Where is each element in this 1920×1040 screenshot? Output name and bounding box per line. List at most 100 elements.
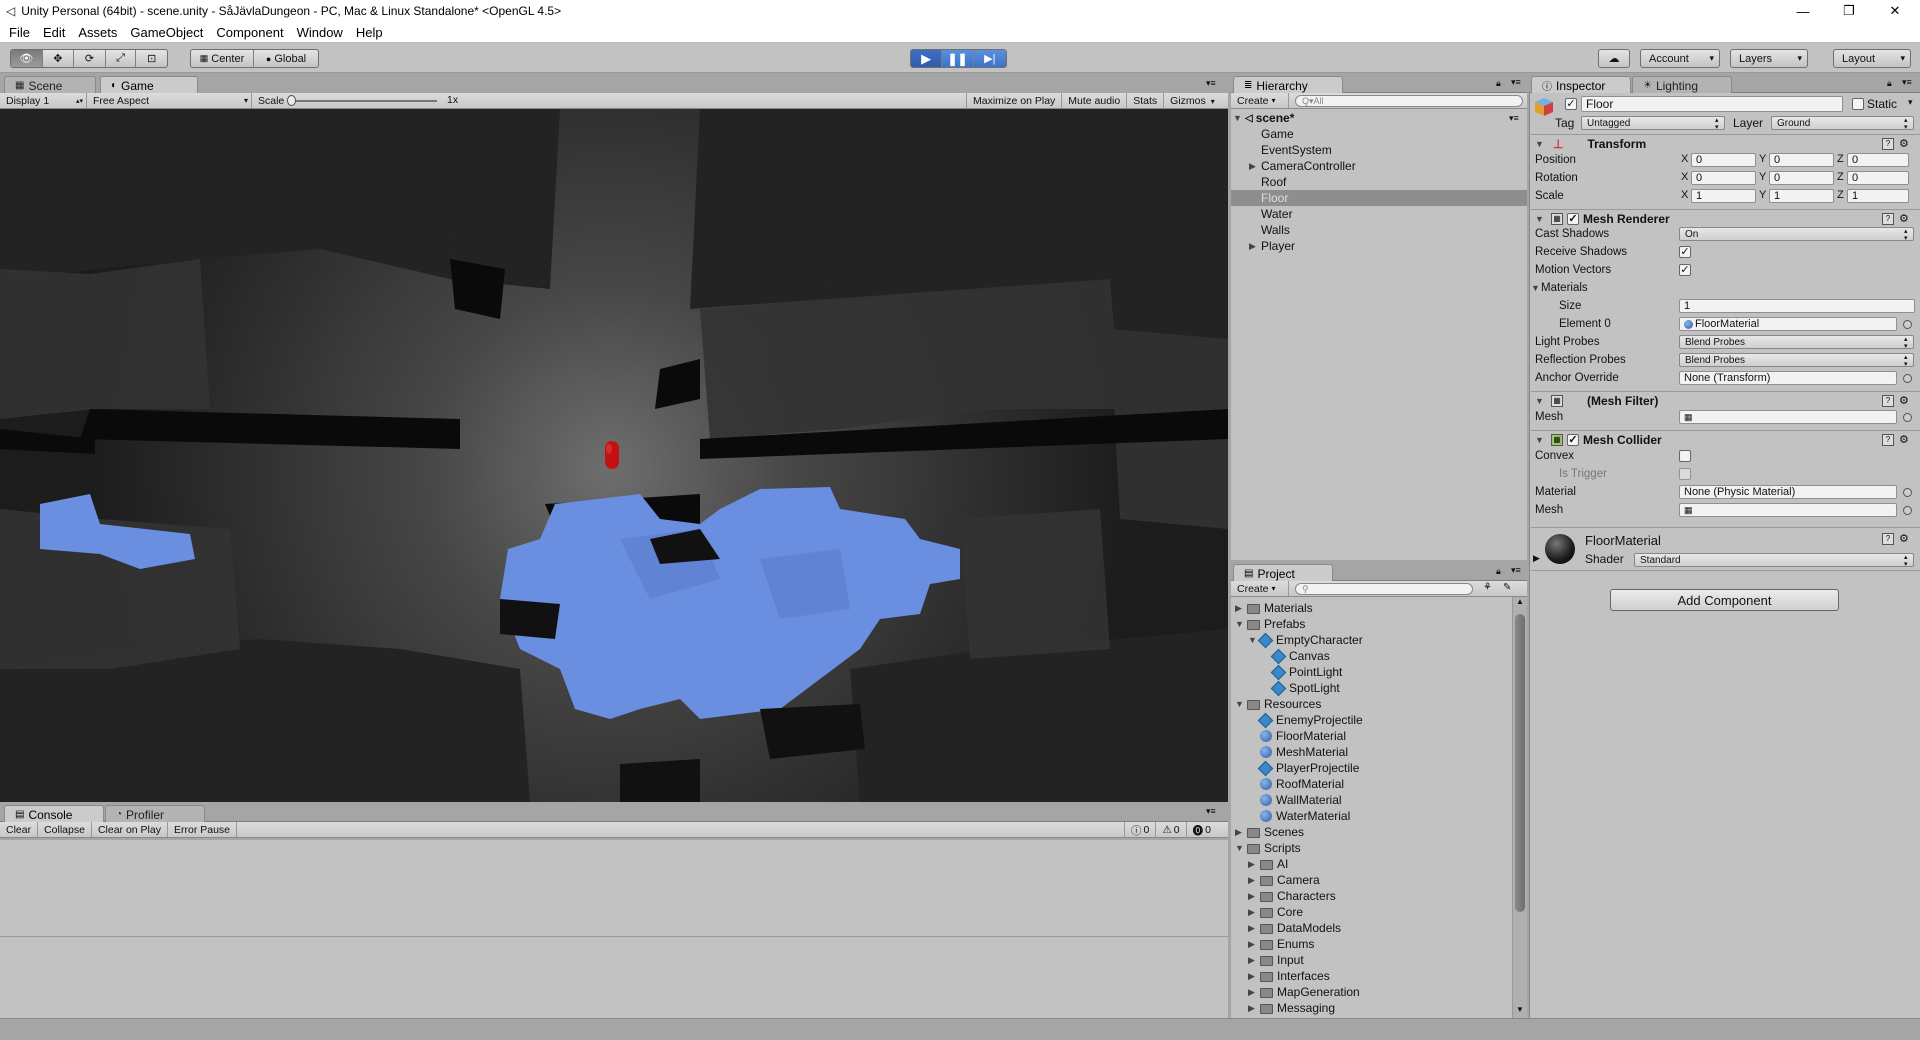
warning-count-toggle[interactable]: ⚠ 0 bbox=[1156, 822, 1187, 838]
collider-mesh-field[interactable]: ▦ bbox=[1679, 503, 1897, 517]
project-tree-item[interactable]: ▶ Interfaces bbox=[1248, 968, 1330, 984]
help-icon[interactable]: ? bbox=[1882, 394, 1894, 407]
lock-icon[interactable]: 🔒︎ bbox=[1496, 566, 1501, 577]
menu-assets[interactable]: Assets bbox=[78, 25, 117, 40]
tab-profiler[interactable]: ◔ Profiler bbox=[105, 805, 205, 823]
close-button[interactable]: ✕ bbox=[1872, 0, 1918, 22]
gizmos-dropdown[interactable]: Gizmos ▾ bbox=[1164, 93, 1221, 109]
console-log-area[interactable] bbox=[0, 840, 1228, 1018]
panel-menu-icon[interactable]: ▾≡ bbox=[1511, 77, 1521, 88]
hierarchy-item[interactable]: Roof bbox=[1231, 174, 1527, 190]
menu-edit[interactable]: Edit bbox=[43, 25, 65, 40]
foldout-arrow-icon[interactable]: ▼ bbox=[1535, 214, 1547, 224]
collapsed-arrow-icon[interactable]: ▶ bbox=[1248, 875, 1260, 886]
mesh-filter-header[interactable]: ▼ ▦ (Mesh Filter) ? ⚙ bbox=[1531, 391, 1920, 409]
collapsed-arrow-icon[interactable]: ▶ bbox=[1248, 1003, 1260, 1014]
filter-by-type-icon[interactable]: ⚘ bbox=[1483, 582, 1492, 593]
project-tree-item[interactable]: MeshMaterial bbox=[1248, 744, 1348, 760]
rotation-x-field[interactable]: 0 bbox=[1691, 171, 1756, 185]
collapsed-arrow-icon[interactable]: ▶ bbox=[1248, 907, 1260, 918]
object-name-field[interactable]: Floor bbox=[1581, 96, 1843, 112]
collapsed-arrow-icon[interactable]: ▶ bbox=[1248, 955, 1260, 966]
project-tree-item[interactable]: PointLight bbox=[1261, 664, 1342, 680]
expand-arrow-icon[interactable]: ▼ bbox=[1233, 113, 1245, 123]
add-component-button[interactable]: Add Component bbox=[1610, 589, 1839, 611]
aspect-dropdown[interactable]: Free Aspect ▾ bbox=[87, 93, 252, 108]
pivot-global-button[interactable]: ● Global bbox=[254, 50, 318, 67]
project-search-input[interactable]: ⚲ bbox=[1295, 583, 1473, 595]
tab-hierarchy[interactable]: ≣ Hierarchy bbox=[1233, 76, 1343, 94]
console-clear-on-play-toggle[interactable]: Clear on Play bbox=[92, 822, 168, 837]
move-tool-button[interactable]: ✥ bbox=[43, 50, 75, 67]
hierarchy-item[interactable]: Water bbox=[1231, 206, 1527, 222]
project-tree-item[interactable]: ▼ Resources bbox=[1235, 696, 1321, 712]
panel-menu-icon[interactable]: ▾≡ bbox=[1511, 565, 1521, 576]
project-tree-item[interactable]: ▼ EmptyCharacter bbox=[1248, 632, 1363, 648]
console-collapse-toggle[interactable]: Collapse bbox=[38, 822, 92, 837]
object-picker-icon[interactable] bbox=[1903, 374, 1912, 383]
tab-lighting[interactable]: ☀ Lighting bbox=[1632, 76, 1732, 94]
lock-icon[interactable]: 🔒︎ bbox=[1887, 78, 1892, 89]
gear-icon[interactable]: ⚙ bbox=[1899, 532, 1909, 545]
gear-icon[interactable]: ⚙ bbox=[1899, 433, 1909, 446]
layout-dropdown[interactable]: Layout bbox=[1833, 49, 1911, 68]
scale-slider-track[interactable] bbox=[287, 100, 437, 102]
hierarchy-item[interactable]: ▶ CameraController bbox=[1231, 158, 1527, 174]
cast-shadows-dropdown[interactable]: On bbox=[1679, 227, 1914, 242]
materials-size-field[interactable]: 1 bbox=[1679, 299, 1915, 313]
pivot-center-button[interactable]: ▦ Center bbox=[191, 50, 255, 67]
tab-inspector[interactable]: ⓘ Inspector bbox=[1531, 76, 1631, 94]
project-tree-item[interactable]: FloorMaterial bbox=[1248, 728, 1346, 744]
project-tree-item[interactable]: ▶ Enums bbox=[1248, 936, 1314, 952]
foldout-arrow-icon[interactable]: ▼ bbox=[1535, 139, 1547, 149]
light-probes-dropdown[interactable]: Blend Probes bbox=[1679, 335, 1914, 350]
scale-x-field[interactable]: 1 bbox=[1691, 189, 1756, 203]
hierarchy-create-dropdown[interactable]: Create ▾ bbox=[1231, 93, 1289, 108]
collapsed-arrow-icon[interactable]: ▶ bbox=[1248, 987, 1260, 998]
tab-scene[interactable]: ▦ Scene bbox=[4, 76, 96, 94]
expand-arrow-icon[interactable]: ▶ bbox=[1249, 161, 1261, 172]
project-tree-item[interactable]: ▶ Camera bbox=[1248, 872, 1320, 888]
menu-window[interactable]: Window bbox=[297, 25, 343, 40]
project-tree-item[interactable]: WaterMaterial bbox=[1248, 808, 1350, 824]
console-error-pause-toggle[interactable]: Error Pause bbox=[168, 822, 238, 837]
project-tree-item[interactable]: ▼ Prefabs bbox=[1235, 616, 1305, 632]
position-y-field[interactable]: 0 bbox=[1769, 153, 1834, 167]
filter-by-label-icon[interactable]: ✎ bbox=[1503, 582, 1511, 593]
receive-shadows-checkbox[interactable]: ✓ bbox=[1679, 246, 1691, 258]
object-picker-icon[interactable] bbox=[1903, 506, 1912, 515]
help-icon[interactable]: ? bbox=[1882, 137, 1894, 150]
game-viewport[interactable] bbox=[0, 109, 1228, 802]
collapsed-arrow-icon[interactable]: ▶ bbox=[1248, 923, 1260, 934]
hierarchy-item[interactable]: EventSystem bbox=[1231, 142, 1527, 158]
project-tree-item[interactable]: EnemyProjectile bbox=[1248, 712, 1363, 728]
active-checkbox[interactable]: ✓ bbox=[1565, 98, 1577, 110]
hierarchy-item[interactable]: Game bbox=[1231, 126, 1527, 142]
project-tree-item[interactable]: ▶ Scenes bbox=[1235, 824, 1304, 840]
scroll-up-icon[interactable]: ▲ bbox=[1516, 597, 1524, 606]
scene-root[interactable]: ▼ ◁ scene* ▾≡ bbox=[1233, 110, 1527, 126]
panel-menu-icon[interactable]: ▾≡ bbox=[1206, 806, 1216, 817]
menu-component[interactable]: Component bbox=[216, 25, 283, 40]
gear-icon[interactable]: ⚙ bbox=[1899, 212, 1909, 225]
gear-icon[interactable]: ⚙ bbox=[1899, 137, 1909, 150]
collapsed-arrow-icon[interactable]: ▶ bbox=[1248, 859, 1260, 870]
project-tree-item[interactable]: RoofMaterial bbox=[1248, 776, 1344, 792]
project-tree-item[interactable]: SpotLight bbox=[1261, 680, 1340, 696]
expand-arrow-icon[interactable]: ▶ bbox=[1249, 241, 1261, 252]
mute-audio-toggle[interactable]: Mute audio bbox=[1062, 93, 1128, 109]
position-z-field[interactable]: 0 bbox=[1847, 153, 1909, 167]
convex-checkbox[interactable] bbox=[1679, 450, 1691, 462]
log-count-toggle[interactable]: ⓘ 0 bbox=[1124, 822, 1157, 838]
help-icon[interactable]: ? bbox=[1882, 533, 1894, 545]
project-tree-item[interactable]: Canvas bbox=[1261, 648, 1330, 664]
mesh-collider-header[interactable]: ▼ ▦ ✓ Mesh Collider ? ⚙ bbox=[1531, 430, 1920, 448]
tab-game[interactable]: ◐ Game bbox=[100, 76, 198, 94]
project-tree-item[interactable]: ▶ Materials bbox=[1235, 600, 1313, 616]
play-button[interactable]: ▶ bbox=[911, 50, 943, 67]
project-tree-item[interactable]: ▶ Core bbox=[1248, 904, 1303, 920]
project-tree-item[interactable]: ▶ DataModels bbox=[1248, 920, 1341, 936]
static-checkbox[interactable] bbox=[1852, 98, 1864, 110]
scale-slider-thumb[interactable] bbox=[287, 95, 296, 106]
project-tree-item[interactable]: WallMaterial bbox=[1248, 792, 1342, 808]
